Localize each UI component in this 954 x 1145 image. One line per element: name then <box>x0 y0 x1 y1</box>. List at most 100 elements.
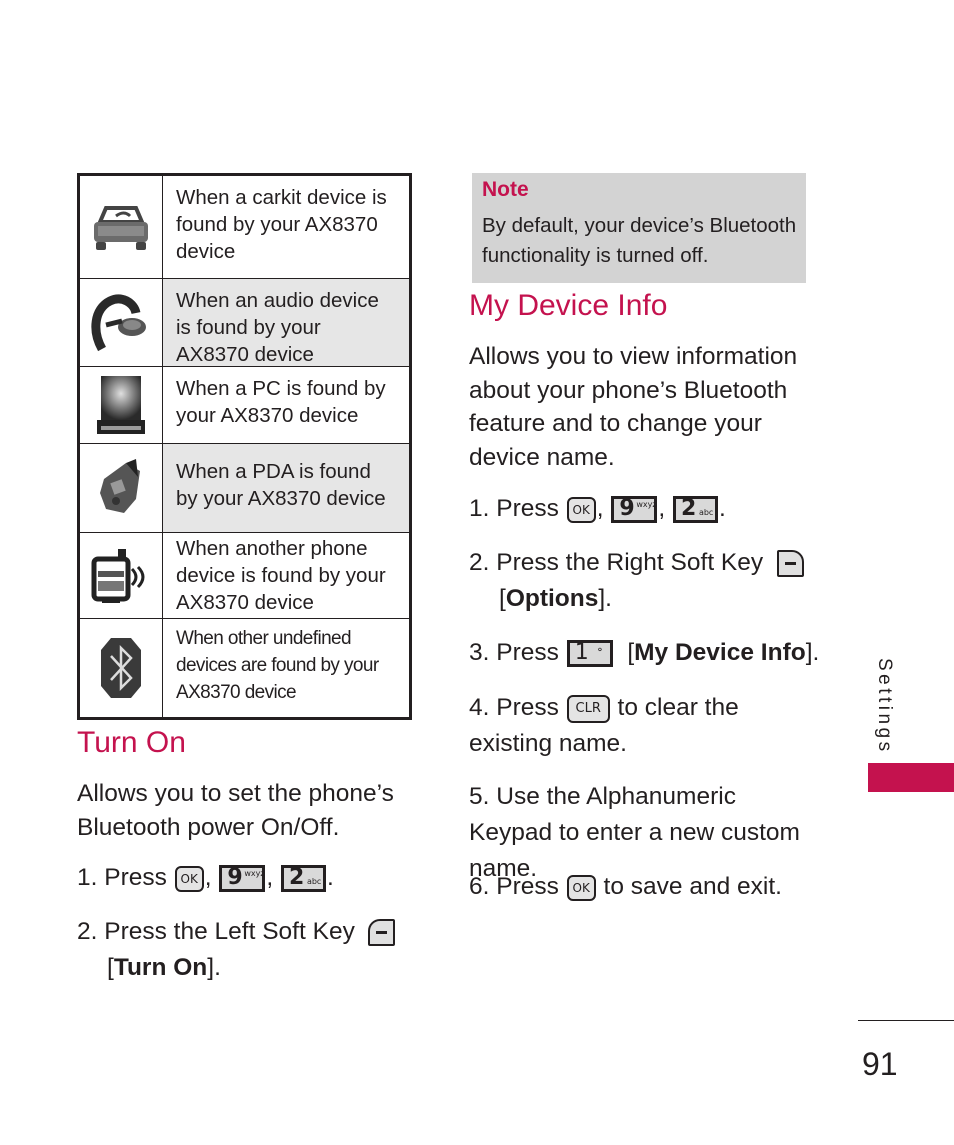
comma: , <box>596 495 604 522</box>
key-digit: 2 <box>288 865 305 891</box>
phone-icon <box>91 548 145 603</box>
step-number: 4. <box>469 694 490 721</box>
device-type-table: When a carkit device is found by your AX… <box>77 173 412 720</box>
key-label: CLR <box>575 700 601 716</box>
comma: , <box>204 864 212 891</box>
key-digit: 9 <box>619 496 635 522</box>
step-text: Press <box>496 495 559 522</box>
section-tab-label: Settings <box>874 658 895 755</box>
note-body: By default, your device’s Bluetooth func… <box>482 214 797 267</box>
step-text: Press <box>496 873 559 900</box>
device-info-step-1: 1. Press OK, 9 wxyz, 2 abc. <box>469 491 726 527</box>
turn-on-heading: Turn On <box>77 726 186 759</box>
row-description: When a carkit device is found by your AX… <box>176 186 387 263</box>
step-text-after: to save and exit. <box>603 873 782 900</box>
bracket: ]. <box>598 585 612 612</box>
step-number: 6. <box>469 873 490 900</box>
table-row: When an audio device is found by your AX… <box>80 279 409 367</box>
turn-on-step-2: 2. Press the Left Soft Key [Turn On]. <box>77 914 407 986</box>
step-text: Use the Alphanumeric Keypad to enter a n… <box>469 783 800 882</box>
table-row: When other undefined devices are found b… <box>80 619 409 717</box>
pc-icon <box>97 376 145 434</box>
note-title: Note <box>482 178 529 201</box>
key-letters: wxyz <box>636 500 657 510</box>
carkit-icon <box>94 206 148 250</box>
key-digit: 2 <box>680 496 697 522</box>
key-digit: 9 <box>227 865 243 891</box>
menu-option: Turn On <box>113 954 208 981</box>
right-soft-key-icon <box>776 550 804 578</box>
pda-icon <box>100 459 140 513</box>
key-letters: abc <box>306 877 322 887</box>
device-info-step-4: 4. Press CLR to clear the existing name. <box>469 690 799 762</box>
bracket: [ <box>499 585 506 612</box>
comma: , <box>658 495 666 522</box>
left-soft-key-icon <box>368 919 396 947</box>
turn-on-step-1: 1. Press OK, 9 wxyz, 2 abc. <box>77 860 334 896</box>
audio-headset-icon <box>91 293 146 351</box>
clr-key-icon: CLR <box>566 694 610 723</box>
step-number: 1. <box>469 495 490 522</box>
menu-option: My Device Info <box>634 639 806 666</box>
key-letters: abc <box>698 508 714 518</box>
step-number: 1. <box>77 864 98 891</box>
row-description: When another phone device is found by yo… <box>176 537 386 614</box>
comma: , <box>266 864 274 891</box>
row-description: When a PC is found by your AX8370 device <box>176 377 386 427</box>
menu-option: Options <box>505 585 599 612</box>
page-number-divider <box>858 1020 954 1021</box>
step-text: Press the Right Soft Key <box>496 549 764 576</box>
note-box: Note By default, your device’s Bluetooth… <box>472 173 806 283</box>
bluetooth-icon <box>101 638 141 698</box>
icon-cell <box>80 619 163 717</box>
row-description: When a PDA is found by your AX8370 devic… <box>163 444 409 532</box>
bracket: ]. <box>805 639 820 666</box>
table-row: When a carkit device is found by your AX… <box>80 176 409 279</box>
device-info-step-3: 3. Press 1 ⚬ [My Device Info]. <box>469 635 819 671</box>
icon-cell <box>80 176 163 278</box>
section-tab-marker <box>868 763 954 792</box>
icon-cell <box>80 533 163 618</box>
step-text: Press <box>496 694 559 721</box>
device-info-step-2: 2. Press the Right Soft Key [Options]. <box>469 545 809 617</box>
key-digit: 1 <box>574 640 589 666</box>
step-text: Press the Left Soft Key <box>104 918 355 945</box>
period: . <box>326 864 334 891</box>
ok-key-icon: OK <box>566 874 596 901</box>
period: . <box>718 495 726 522</box>
two-key-icon: 2 abc <box>280 865 326 893</box>
table-row: When another phone device is found by yo… <box>80 533 409 619</box>
one-key-icon: 1 ⚬ <box>566 640 613 668</box>
table-row: When a PC is found by your AX8370 device <box>80 367 409 444</box>
row-description: When other undefined devices are found b… <box>176 628 379 703</box>
page-number: 91 <box>862 1046 898 1082</box>
nine-key-icon: 9 wxyz <box>219 865 266 893</box>
turn-on-description: Allows you to set the phone’s Bluetooth … <box>77 780 394 841</box>
key-letters: wxyz <box>244 869 265 879</box>
step-text: Press <box>496 639 559 666</box>
icon-cell <box>80 367 163 443</box>
step-text: Press <box>104 864 167 891</box>
my-device-info-heading: My Device Info <box>469 289 668 322</box>
nine-key-icon: 9 wxyz <box>611 496 658 524</box>
key-label: OK <box>572 502 590 517</box>
key-label: OK <box>572 880 590 895</box>
bracket: [ <box>107 954 114 981</box>
key-label: OK <box>180 871 198 886</box>
icon-cell <box>80 444 163 532</box>
ok-key-icon: OK <box>174 865 204 892</box>
step-option-line: [Turn On]. <box>77 950 407 986</box>
step-number: 2. <box>469 549 490 576</box>
ok-key-icon: OK <box>566 496 596 523</box>
row-description: When an audio device is found by your AX… <box>163 279 409 366</box>
step-number: 5. <box>469 783 490 810</box>
voicemail-symbol-icon: ⚬ <box>595 645 605 657</box>
icon-cell <box>80 279 163 366</box>
step-number: 3. <box>469 639 490 666</box>
bracket: ]. <box>207 954 221 981</box>
step-option-line: [Options]. <box>469 581 809 617</box>
my-device-info-description: Allows you to view information about you… <box>469 343 798 471</box>
step-number: 2. <box>77 918 98 945</box>
device-info-step-6: 6. Press OK to save and exit. <box>469 869 782 905</box>
table-row: When a PDA is found by your AX8370 devic… <box>80 444 409 533</box>
